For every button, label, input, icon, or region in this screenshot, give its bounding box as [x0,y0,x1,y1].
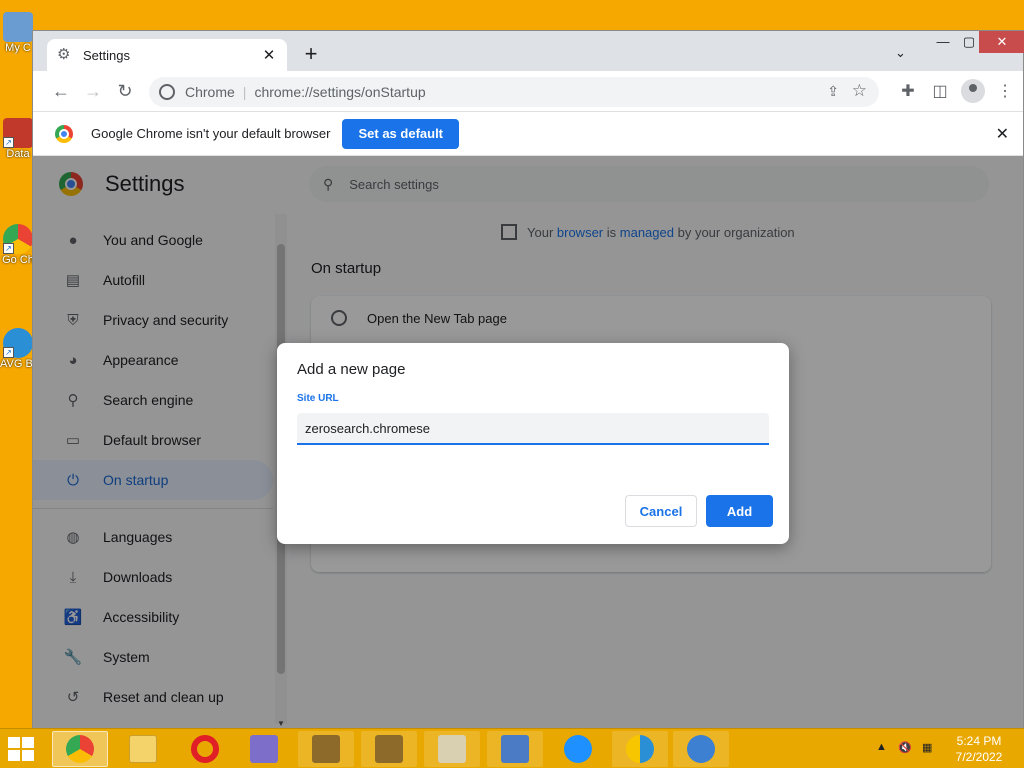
key-icon [312,735,340,763]
avg-secure-browser-icon [626,735,654,763]
taskbar-internet-explorer[interactable] [550,731,606,767]
new-tab-button[interactable]: + [299,43,323,67]
desktop-icon-my-computer[interactable]: My C [0,12,36,54]
taskbar-chrome[interactable] [52,731,108,767]
desktop-icon-avg-browser[interactable]: ↗ AVG Br [0,328,36,370]
volume-muted-icon[interactable]: 🔇 [898,741,912,754]
taskbar-file-explorer[interactable] [115,731,171,767]
certificate-icon [501,735,529,763]
taskbar-opera[interactable] [177,731,233,767]
taskbar-app-a[interactable] [236,731,292,767]
profile-avatar[interactable] [961,79,985,103]
chrome-logo-icon [55,124,73,143]
extensions-icon[interactable]: ✚ [898,81,918,101]
start-pane [22,737,34,748]
browser-toolbar: ← → ↻ Chrome | chrome://settings/onStart… [33,71,1023,111]
taskbar-certificate[interactable] [487,731,543,767]
tab-close-icon[interactable]: ✕ [261,46,277,64]
opera-icon [191,735,219,763]
add-page-dialog: Add a new page Site URL Cancel Add [277,343,789,544]
site-url-label: Site URL [297,393,339,404]
set-as-default-button[interactable]: Set as default [342,118,460,149]
add-button[interactable]: Add [706,495,773,527]
taskbar-avg-secure-browser[interactable] [612,731,668,767]
desktop-icon-label: Go Ch [2,254,34,266]
start-pane [8,750,20,761]
desktop-icon-label: Data [6,148,30,160]
taskbar-archive[interactable] [424,731,480,767]
desktop-icon-data[interactable]: ↗ Data [0,118,36,160]
desktop-icon-label: AVG Br [0,358,36,370]
network-icon[interactable]: ▦ [922,741,932,754]
close-window-button[interactable]: ✕ [979,31,1024,53]
taskbar-key-app-1[interactable] [298,731,354,767]
bookmark-star-icon[interactable]: ☆ [852,81,867,101]
tab-title: Settings [83,47,130,63]
menu-kebab-icon[interactable]: ⋮ [995,81,1015,101]
default-browser-infobar: Google Chrome isn't your default browser… [33,111,1023,156]
computer-icon [3,12,33,42]
clock-date: 7/2/2022 [955,750,1003,764]
start-pane [22,750,34,761]
system-clock[interactable]: 5:24 PM 7/2/2022 [944,733,1014,765]
key-icon [375,735,403,763]
reload-button[interactable]: ↻ [113,79,137,103]
taskbar: ▲ 🔇 ▦ 5:24 PM 7/2/2022 [0,728,1024,768]
taskbar-qbittorrent[interactable] [673,731,729,767]
forward-button[interactable]: → [81,79,105,103]
archive-icon [438,735,466,763]
browser-window: ⚙ Settings ✕ + ⌄ — ▢ ✕ ← → ↻ Chrome | ch… [32,30,1024,729]
chrome-site-icon [159,84,175,100]
app-a-icon [250,735,278,763]
qbittorrent-icon [687,735,715,763]
chrome-icon [66,735,94,763]
dialog-title: Add a new page [297,361,406,378]
clock-time: 5:24 PM [956,734,1002,748]
tab-strip: ⚙ Settings ✕ + ⌄ — ▢ ✕ [33,31,1024,71]
start-pane [8,737,20,748]
desktop-icon-google-chrome[interactable]: ↗ Go Ch [0,224,36,266]
back-button[interactable]: ← [49,79,73,103]
share-icon[interactable]: ⇪ [827,83,839,100]
tab-search-chevron-icon[interactable]: ⌄ [895,45,906,61]
tab-settings[interactable]: ⚙ Settings ✕ [47,39,287,71]
internet-explorer-icon [564,735,592,763]
taskbar-key-app-2[interactable] [361,731,417,767]
site-url-input[interactable] [297,413,769,445]
desktop-icon-label: My C [5,42,31,54]
show-hidden-icons-icon[interactable]: ▲ [876,741,887,753]
infobar-message: Google Chrome isn't your default browser [91,126,331,141]
gear-icon: ⚙ [57,46,71,63]
avg-browser-icon: ↗ [3,328,33,358]
address-separator: | [242,84,247,100]
address-bar[interactable]: Chrome | chrome://settings/onStartup ⇪ ☆ [149,77,879,107]
side-panel-icon[interactable]: ◫ [930,81,950,101]
shortcut-icon: ↗ [3,118,33,148]
address-origin: Chrome [185,84,235,100]
cancel-button[interactable]: Cancel [625,495,697,527]
address-url: chrome://settings/onStartup [254,84,426,100]
folder-icon [129,735,157,763]
chrome-shortcut-icon: ↗ [3,224,33,254]
infobar-close-icon[interactable]: ✕ [996,124,1009,144]
windows-start-button[interactable] [8,737,38,763]
